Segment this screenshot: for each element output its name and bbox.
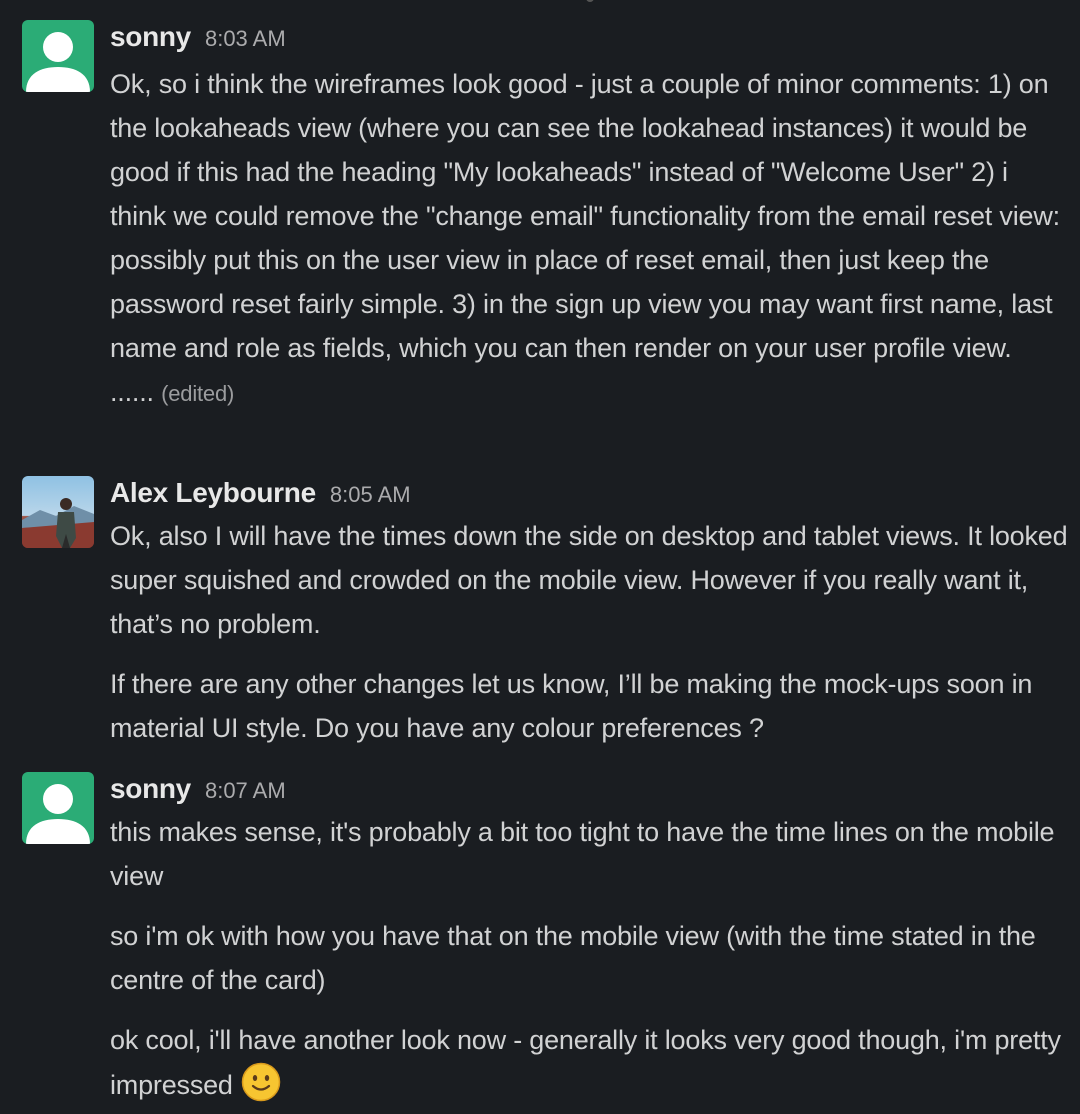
- message-text-continuation: ...... (edited): [110, 370, 1070, 416]
- user-silhouette-icon: [26, 784, 90, 844]
- message-text: If there are any other changes let us kn…: [110, 669, 1033, 743]
- edited-label: (edited): [161, 381, 235, 406]
- user-silhouette-icon: [26, 32, 90, 92]
- message-text: this makes sense, it's probably a bit to…: [110, 817, 1055, 891]
- message-timestamp[interactable]: 8:07 AM: [205, 778, 286, 803]
- message-author[interactable]: Alex Leybourne: [110, 477, 316, 508]
- message-text-with-emoji: ok cool, i'll have another look now - ge…: [110, 1018, 1070, 1107]
- message-ellipsis: ......: [110, 377, 154, 407]
- avatar[interactable]: [22, 20, 94, 92]
- message-text: Ok, also I will have the times down the …: [110, 521, 1068, 639]
- profile-photo-icon: [22, 476, 94, 548]
- message-text: so i'm ok with how you have that on the …: [110, 921, 1036, 995]
- message-author[interactable]: sonny: [110, 21, 191, 52]
- message-author[interactable]: sonny: [110, 773, 191, 804]
- slightly-smiling-face-icon[interactable]: [241, 1062, 281, 1102]
- message-timestamp[interactable]: 8:03 AM: [205, 26, 286, 51]
- message-timestamp[interactable]: 8:05 AM: [330, 482, 411, 507]
- message-text: Ok, so i think the wireframes look good …: [110, 69, 1060, 363]
- scroll-indicator: [586, 0, 594, 2]
- avatar[interactable]: [22, 476, 94, 548]
- avatar[interactable]: [22, 772, 94, 844]
